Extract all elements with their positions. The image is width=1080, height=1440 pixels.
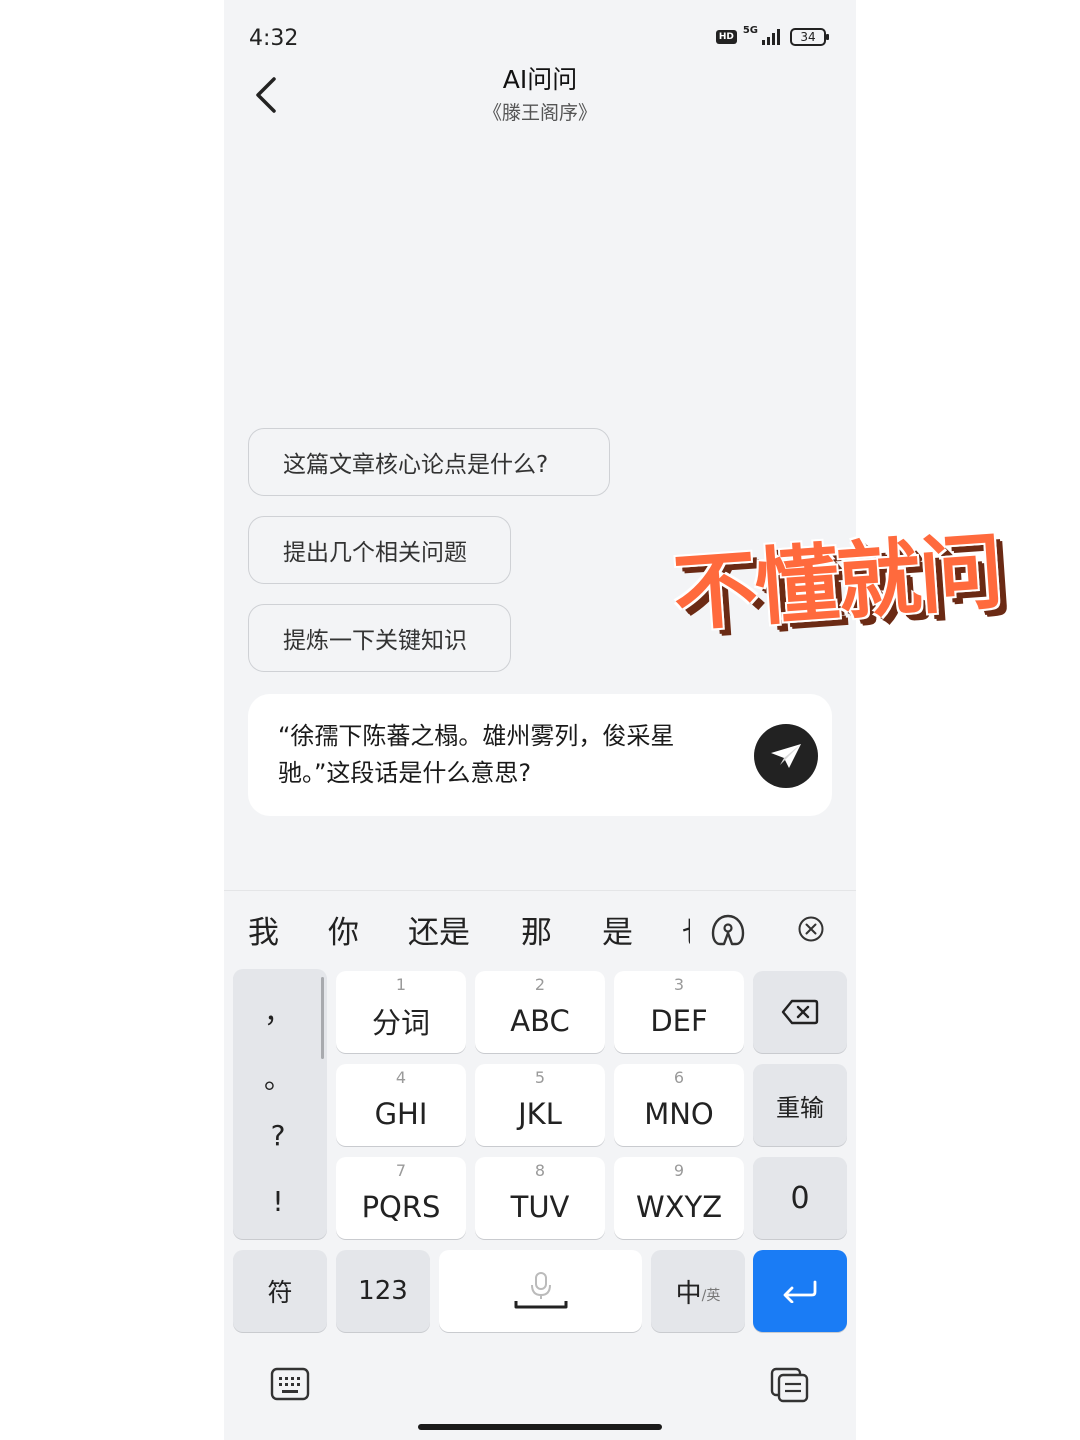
key-5[interactable]: 5 JKL	[475, 1064, 605, 1146]
hd-badge: HD	[715, 30, 737, 44]
key-2[interactable]: 2 ABC	[475, 971, 605, 1053]
close-circle-icon[interactable]	[797, 915, 825, 943]
space-key[interactable]	[439, 1250, 642, 1332]
suggestion-chip[interactable]: 这篇文章核心论点是什么?	[248, 428, 610, 496]
clipboard-icon[interactable]	[770, 1367, 810, 1403]
message-composer[interactable]: “徐孺下陈蕃之榻。雄州雾列，俊采星驰。”这段话是什么意思?	[248, 694, 832, 816]
candidate-word[interactable]: 你	[328, 907, 359, 952]
home-indicator[interactable]	[418, 1424, 662, 1430]
page-subtitle: 《滕王阁序》	[482, 102, 597, 124]
key-6[interactable]: 6 MNO	[614, 1064, 744, 1146]
page-title: AI问问	[502, 65, 578, 94]
punctuation-key[interactable]: !	[233, 1185, 323, 1218]
punctuation-key[interactable]: 。	[233, 1057, 323, 1097]
punctuation-column[interactable]: ， 。 ? !	[233, 969, 327, 1239]
backspace-key[interactable]	[753, 971, 847, 1053]
paper-plane-icon	[771, 744, 801, 768]
key-3[interactable]: 3 DEF	[614, 971, 744, 1053]
network-type: 5G	[742, 24, 758, 36]
key-9[interactable]: 9 WXYZ	[614, 1157, 744, 1239]
ime-keyboard: 我 你 还是 那 是 也 ， 。 ? ! 1 分词 2 ABC	[224, 890, 856, 1440]
candidate-word[interactable]: 那	[521, 907, 552, 952]
backspace-icon	[781, 999, 819, 1025]
candidate-word[interactable]: 还是	[408, 907, 470, 952]
enter-key[interactable]	[753, 1250, 847, 1332]
status-time: 4:32	[249, 26, 299, 51]
battery-icon: 34	[790, 28, 829, 46]
signal-icon	[762, 29, 780, 45]
key-8[interactable]: 8 TUV	[475, 1157, 605, 1239]
candidate-word[interactable]: 是	[602, 907, 633, 952]
language-switch-key[interactable]: 中/英	[651, 1250, 745, 1332]
status-icons: HD 5G 34	[715, 24, 829, 46]
punctuation-key[interactable]: ，	[233, 991, 323, 1031]
candidate-word[interactable]: 我	[248, 907, 279, 952]
overlay-caption: 不懂就问	[670, 522, 1005, 644]
symbols-key[interactable]: 符	[233, 1250, 327, 1332]
keyboard-icon[interactable]	[270, 1367, 310, 1401]
suggestion-chip[interactable]: 提出几个相关问题	[248, 516, 511, 584]
suggestion-chip[interactable]: 提炼一下关键知识	[248, 604, 511, 672]
message-input[interactable]: “徐孺下陈蕃之榻。雄州雾列，俊采星驰。”这段话是什么意思?	[278, 718, 738, 792]
key-4[interactable]: 4 GHI	[336, 1064, 466, 1146]
phone-screen: 4:32 HD 5G 34 AI问问 《滕王阁序》 这篇文章核心论点是什么? 提…	[224, 0, 856, 1440]
key-7[interactable]: 7 PQRS	[336, 1157, 466, 1239]
return-icon	[783, 1280, 817, 1303]
microphone-icon	[514, 1272, 567, 1309]
ai-assistant-icon[interactable]	[710, 913, 746, 947]
key-1[interactable]: 1 分词	[336, 971, 466, 1053]
reinput-key[interactable]: 重输	[753, 1064, 847, 1146]
zero-key[interactable]: 0	[753, 1157, 847, 1239]
send-button[interactable]	[754, 724, 818, 788]
candidate-word-partial[interactable]: 也	[682, 907, 690, 952]
punctuation-key[interactable]: ?	[233, 1119, 323, 1152]
numbers-key[interactable]: 123	[336, 1250, 430, 1332]
